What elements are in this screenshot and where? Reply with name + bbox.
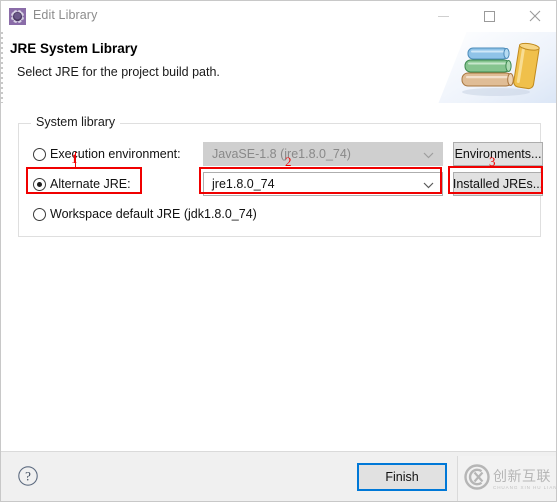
page-title: JRE System Library [10, 41, 138, 56]
workspace-default-jre-label: Workspace default JRE (jdk1.8.0_74) [50, 207, 257, 221]
alternate-jre-combo-value: jre1.8.0_74 [212, 177, 275, 191]
title-bar[interactable]: Edit Library [1, 1, 556, 33]
books-stack-icon [437, 32, 556, 103]
watermark-chinese: 创新互联 [493, 468, 551, 484]
watermark-texts: 创新互联 CHUANG XIN HU LIAN [493, 468, 557, 490]
annotation-number-3: 3 [489, 154, 496, 169]
installed-jres-button-label: Installed JREs... [452, 177, 544, 191]
radio-indicator [33, 177, 46, 191]
maximize-icon [483, 10, 495, 22]
help-question-icon[interactable]: ? [17, 465, 39, 487]
execution-environment-radio[interactable]: Execution environment: [33, 141, 181, 167]
dialog-header: JRE System Library Select JRE for the pr… [1, 32, 556, 104]
eclipse-gear-icon [9, 8, 26, 25]
dialog-content: System library Execution environment: Ja… [1, 103, 556, 451]
maximize-button[interactable] [466, 1, 512, 31]
annotation-number-2: 2 [285, 154, 292, 169]
window-title: Edit Library [33, 8, 98, 22]
radio-indicator [33, 207, 46, 221]
environments-button-label: Environments... [454, 147, 542, 161]
annotation-number-1: 1 [71, 151, 78, 166]
environments-button[interactable]: Environments... [453, 142, 543, 166]
alternate-jre-label: Alternate JRE: [50, 177, 131, 191]
alternate-jre-radio[interactable]: Alternate JRE: [33, 171, 131, 197]
radio-indicator [33, 147, 46, 161]
system-library-group: System library Execution environment: Ja… [18, 115, 543, 237]
watermark: 创新互联 CHUANG XIN HU LIAN [457, 456, 557, 501]
alternate-jre-combo[interactable]: jre1.8.0_74 [203, 172, 443, 196]
minimize-button[interactable] [420, 1, 466, 31]
close-button[interactable] [512, 1, 556, 31]
minimize-icon [437, 15, 449, 17]
workspace-default-jre-radio[interactable]: Workspace default JRE (jdk1.8.0_74) [33, 201, 257, 227]
chevron-down-icon [423, 152, 434, 159]
edit-library-dialog: Edit Library JRE System Library Select J… [0, 0, 557, 502]
svg-text:?: ? [25, 469, 31, 484]
finish-button-label: Finish [385, 470, 419, 484]
page-description: Select JRE for the project build path. [17, 65, 220, 79]
finish-button[interactable]: Finish [357, 463, 447, 491]
execution-environment-label: Execution environment: [50, 147, 181, 161]
cx-circle-logo [464, 464, 490, 495]
watermark-pinyin: CHUANG XIN HU LIAN [493, 485, 557, 490]
group-legend: System library [31, 115, 121, 129]
execution-environment-combo: JavaSE-1.8 (jre1.8.0_74) [203, 142, 443, 166]
close-icon [529, 10, 541, 22]
installed-jres-button[interactable]: Installed JREs... [453, 172, 543, 196]
chevron-down-icon[interactable] [423, 182, 434, 189]
execution-environment-combo-value: JavaSE-1.8 (jre1.8.0_74) [212, 147, 351, 161]
